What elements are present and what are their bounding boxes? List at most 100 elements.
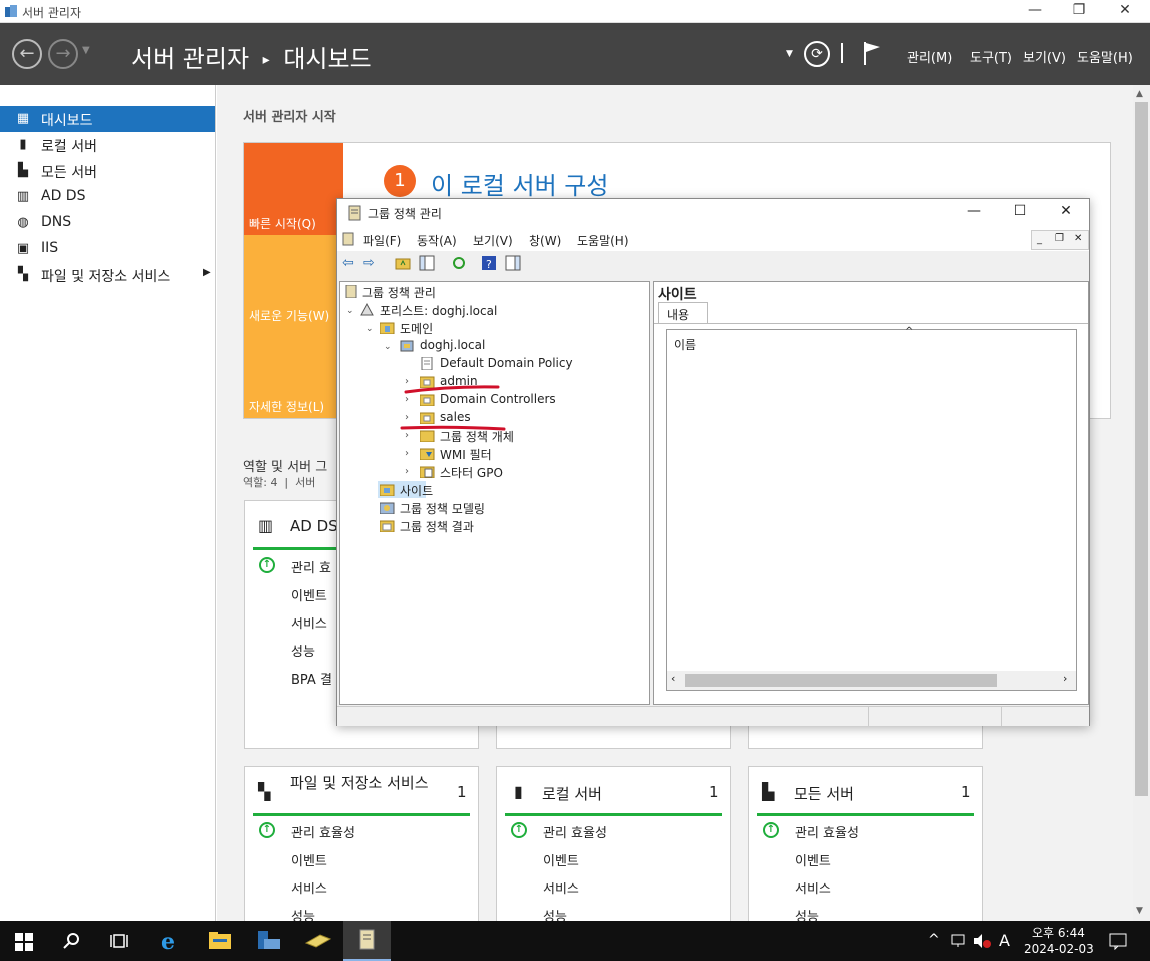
gpm-menu-window[interactable]: 창(W): [529, 232, 561, 249]
scroll-right-icon[interactable]: ›: [1063, 672, 1067, 685]
back-arrow-icon[interactable]: ⇦: [342, 255, 358, 271]
scroll-down-icon[interactable]: ▼: [1136, 906, 1143, 916]
clock-date[interactable]: 2024-02-03: [1024, 942, 1094, 956]
tile-item[interactable]: 서비스: [291, 613, 327, 632]
tree-node-forest[interactable]: 포리스트: doghj.local: [380, 302, 497, 319]
network-icon[interactable]: [950, 933, 968, 949]
tile-local-server[interactable]: ▮ 로컬 서버 1 ↑ 관리 효율성 이벤트 서비스 성능: [496, 766, 731, 926]
tree-node-starter-gpos[interactable]: 스타터 GPO: [440, 464, 503, 481]
menu-view[interactable]: 보기(V): [1023, 47, 1066, 66]
expand-arrow-icon[interactable]: ›: [405, 448, 409, 459]
tile-item[interactable]: 서비스: [543, 878, 579, 897]
gpm-menu-help[interactable]: 도움말(H): [577, 232, 629, 249]
collapse-arrow-icon[interactable]: ⌄: [384, 342, 392, 352]
horizontal-scrollbar-thumb[interactable]: [685, 674, 997, 687]
sidebar-item-iis[interactable]: ▣ IIS: [0, 236, 215, 262]
refresh-dropdown-icon[interactable]: ▼: [786, 49, 793, 59]
notifications-flag-icon[interactable]: [862, 40, 882, 66]
back-button[interactable]: ←: [12, 39, 42, 69]
tile-item[interactable]: 서비스: [291, 878, 327, 897]
tile-item[interactable]: 이벤트: [795, 850, 831, 869]
tree-node-wmi-filters[interactable]: WMI 필터: [440, 446, 492, 463]
volume-muted-icon[interactable]: [972, 933, 992, 949]
file-explorer-icon[interactable]: [208, 931, 232, 951]
search-icon[interactable]: [63, 932, 81, 950]
tile-item[interactable]: 서비스: [795, 878, 831, 897]
tree-node-gpm-root[interactable]: 그룹 정책 관리: [362, 284, 436, 301]
internet-explorer-icon[interactable]: e: [159, 929, 183, 953]
menu-manage[interactable]: 관리(M): [907, 47, 952, 66]
collapse-arrow-icon[interactable]: ⌄: [366, 324, 374, 334]
tile-all-servers[interactable]: ▙ 모든 서버 1 ↑ 관리 효율성 이벤트 서비스 성능: [748, 766, 983, 926]
gpm-minimize-button[interactable]: —: [959, 203, 989, 219]
gpm-menu-action[interactable]: 동작(A): [417, 232, 457, 249]
scroll-left-icon[interactable]: ‹: [671, 672, 675, 685]
learn-more-tab[interactable]: 자세한 정보(L): [244, 327, 343, 418]
tree-node-default-domain-policy[interactable]: Default Domain Policy: [440, 356, 573, 370]
forward-button[interactable]: →: [48, 39, 78, 69]
refresh-icon[interactable]: [451, 255, 467, 271]
gpm-maximize-button[interactable]: ☐: [1005, 203, 1035, 219]
tree-node-gp-results[interactable]: 그룹 정책 결과: [400, 518, 474, 535]
ime-indicator[interactable]: A: [999, 931, 1010, 950]
menu-help[interactable]: 도움말(H): [1077, 47, 1133, 66]
mdi-restore-button[interactable]: ❐: [1055, 233, 1064, 244]
tile-count: 1: [961, 783, 971, 801]
scroll-up-icon[interactable]: ▲: [1136, 89, 1143, 99]
show-action-pane-icon[interactable]: [505, 255, 521, 271]
tree-node-sites[interactable]: 사이트: [400, 482, 433, 499]
taskbar-active-gpm[interactable]: [343, 921, 391, 961]
tree-node-domain-doghj[interactable]: doghj.local: [420, 338, 485, 352]
tile-item[interactable]: 성능: [291, 641, 315, 660]
tile-item[interactable]: 이벤트: [291, 585, 327, 604]
gpm-menu-view[interactable]: 보기(V): [473, 232, 513, 249]
tile-item[interactable]: 관리 효율성: [291, 822, 355, 841]
up-folder-icon[interactable]: [395, 255, 411, 271]
clock-time[interactable]: 오후 6:44: [1032, 924, 1085, 941]
gpm-close-button[interactable]: ✕: [1051, 203, 1081, 219]
restore-button[interactable]: ❐: [1064, 2, 1094, 18]
tile-item[interactable]: 이벤트: [543, 850, 579, 869]
tile-item[interactable]: BPA 결: [291, 669, 332, 688]
tray-overflow-icon[interactable]: ^: [928, 932, 940, 948]
contents-list[interactable]: 이름 ^ ‹ ›: [666, 326, 1077, 691]
mdi-minimize-button[interactable]: _: [1037, 234, 1042, 245]
sidebar-item-ad-ds[interactable]: ▥ AD DS: [0, 184, 215, 210]
tree-node-gp-modeling[interactable]: 그룹 정책 모델링: [400, 500, 485, 517]
sidebar-item-dashboard[interactable]: ▦ 대시보드: [0, 106, 215, 132]
expand-arrow-icon[interactable]: ›: [405, 466, 409, 477]
ad-tools-icon[interactable]: [304, 931, 332, 951]
scrollbar-thumb[interactable]: [1135, 102, 1148, 796]
sidebar-item-file-storage[interactable]: ▚ 파일 및 저장소 서비스 ▶: [0, 262, 215, 288]
task-view-icon[interactable]: [110, 932, 128, 950]
sidebar-item-dns[interactable]: ◍ DNS: [0, 210, 215, 236]
menu-tools[interactable]: 도구(T): [970, 47, 1012, 66]
close-button[interactable]: ✕: [1110, 2, 1140, 18]
whats-new-tab[interactable]: 새로운 기능(W): [244, 235, 343, 327]
column-header-name[interactable]: 이름: [674, 336, 696, 353]
tile-item[interactable]: 관리 효: [291, 557, 331, 576]
sidebar-item-all-servers[interactable]: ▙ 모든 서버: [0, 158, 215, 184]
configure-local-server-link[interactable]: 이 로컬 서버 구성: [431, 166, 608, 201]
tree-node-domains[interactable]: 도메인: [400, 320, 433, 337]
collapse-arrow-icon[interactable]: ⌄: [346, 306, 354, 316]
action-center-icon[interactable]: [1109, 932, 1127, 950]
tile-file-storage[interactable]: ▚ 파일 및 저장소 서비스 1 ↑ 관리 효율성 이벤트 서비스 성능: [244, 766, 479, 926]
quick-start-tab[interactable]: 빠른 시작(Q): [244, 143, 343, 235]
sidebar-item-label: 대시보드: [41, 113, 93, 129]
mdi-close-button[interactable]: ✕: [1074, 233, 1082, 244]
tile-item[interactable]: 관리 효율성: [795, 822, 859, 841]
sidebar-item-local-server[interactable]: ▮ 로컬 서버: [0, 132, 215, 158]
show-hide-tree-icon[interactable]: [419, 255, 435, 271]
server-manager-icon[interactable]: [256, 929, 282, 953]
forward-arrow-icon[interactable]: ⇨: [363, 255, 379, 271]
minimize-button[interactable]: —: [1020, 2, 1050, 18]
refresh-icon[interactable]: ⟳: [804, 41, 830, 67]
windows-start-icon[interactable]: [15, 933, 33, 951]
tile-item[interactable]: 이벤트: [291, 850, 327, 869]
gpm-menu-file[interactable]: 파일(F): [363, 232, 401, 249]
history-dropdown-icon[interactable]: ▼: [82, 45, 90, 56]
tile-item[interactable]: 관리 효율성: [543, 822, 607, 841]
tab-contents[interactable]: 내용: [658, 302, 708, 324]
help-icon[interactable]: ?: [481, 255, 497, 271]
